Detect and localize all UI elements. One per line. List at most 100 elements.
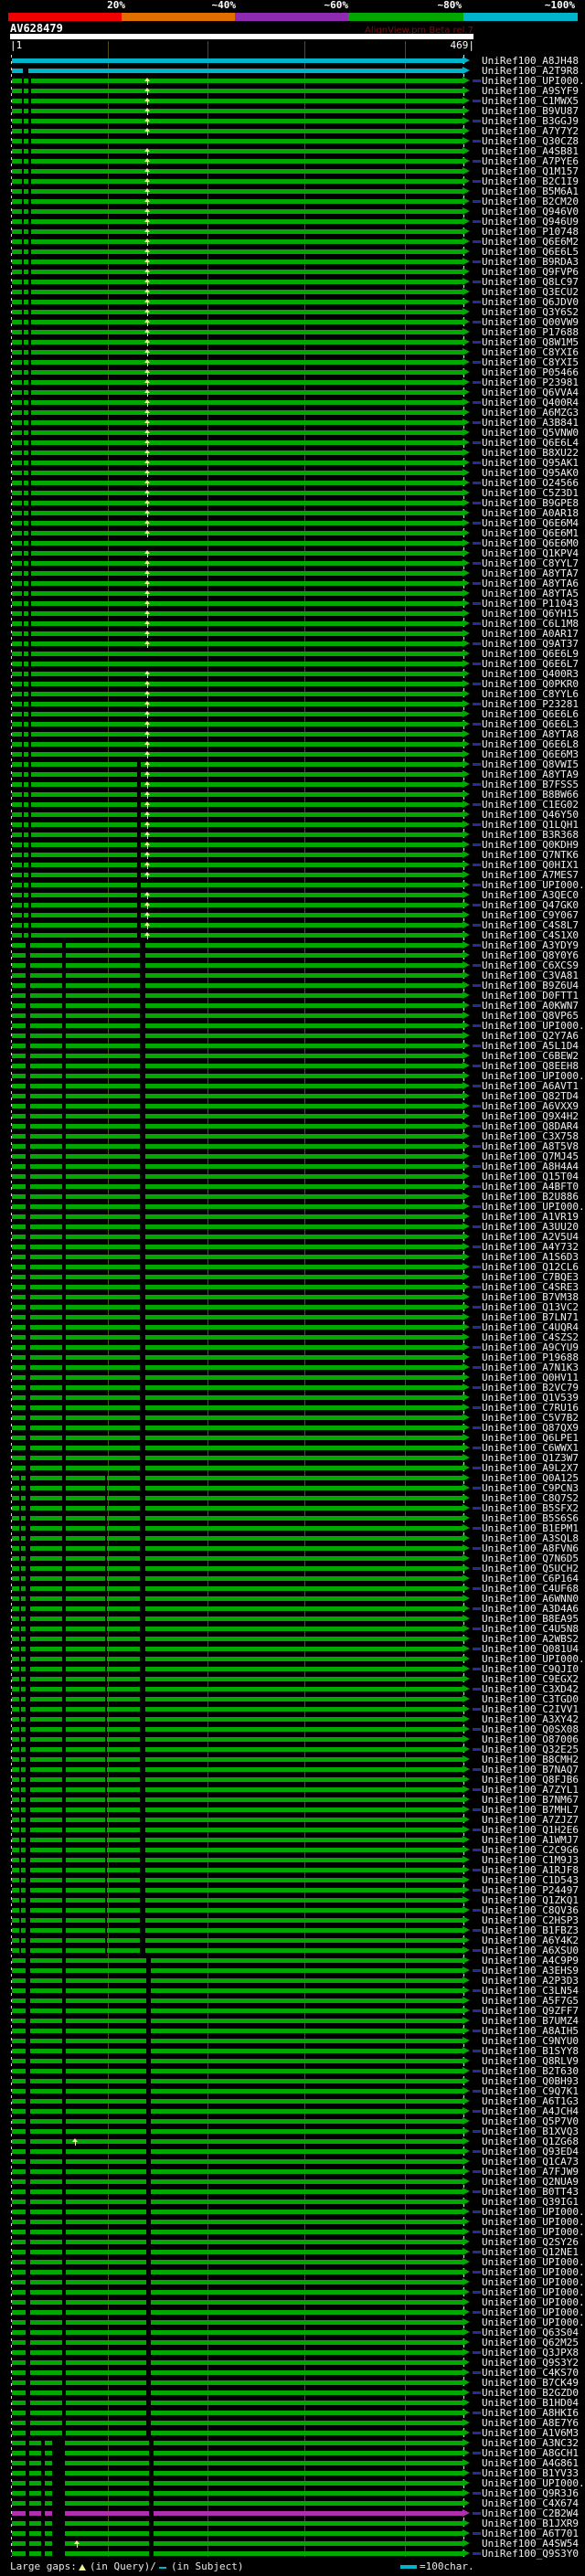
alignment-bar-segment xyxy=(12,2250,26,2254)
alignment-bar-segment xyxy=(145,1576,463,1581)
alignment-bar-segment xyxy=(30,2129,62,2134)
subject-arrow-icon xyxy=(463,2519,470,2527)
alignment-bar-segment xyxy=(141,863,463,867)
query-gap-triangle-stem xyxy=(147,905,148,909)
subject-arrow-icon xyxy=(463,177,470,185)
alignment-bar-segment xyxy=(12,1757,19,1762)
subject-arrow-icon xyxy=(463,378,470,386)
subject-arrow-icon xyxy=(463,911,470,918)
subject-arrow-icon xyxy=(463,2379,470,2386)
alignment-bar-segment xyxy=(145,1918,463,1923)
query-gap-triangle-stem xyxy=(147,90,148,95)
alignment-bar-segment xyxy=(12,2069,26,2073)
query-gap-triangle-stem xyxy=(147,292,148,296)
query-gap-triangle-stem xyxy=(147,432,148,437)
subject-arrow-icon xyxy=(463,831,470,838)
alignment-bar-segment xyxy=(24,109,28,113)
alignment-bar-segment xyxy=(30,1345,62,1350)
subject-gap-dash xyxy=(473,2170,481,2173)
alignment-bar-segment xyxy=(145,973,463,978)
alignment-bar-segment xyxy=(145,1064,463,1068)
alignment-bar-segment xyxy=(12,1958,26,1963)
alignment-bar-segment xyxy=(12,1023,26,1028)
alignment-bar-segment xyxy=(66,1094,140,1098)
alignment-bar-segment xyxy=(30,1918,62,1923)
query-gap-triangle-stem xyxy=(147,925,148,929)
alignment-bar-segment xyxy=(31,189,463,194)
subject-arrow-icon xyxy=(463,690,470,697)
alignment-bar-segment xyxy=(24,762,28,767)
subject-arrow-icon xyxy=(463,931,470,938)
alignment-bar-segment xyxy=(151,1998,463,2003)
query-gap-triangle-stem xyxy=(147,131,148,135)
alignment-bar-segment xyxy=(30,1466,62,1470)
alignment-bar-segment xyxy=(31,521,463,525)
subject-gap-dash xyxy=(473,2070,481,2072)
query-gap-triangle-stem xyxy=(147,513,148,517)
alignment-bar-segment xyxy=(66,1647,105,1651)
alignment-bar-segment xyxy=(30,1405,62,1410)
alignment-bar-segment xyxy=(66,2089,146,2094)
subject-gap-dash xyxy=(473,240,481,243)
subject-arrow-icon xyxy=(463,2429,470,2436)
alignment-bar-segment xyxy=(30,1355,62,1360)
subject-arrow-icon xyxy=(463,1102,470,1109)
alignment-bar-segment xyxy=(31,631,463,636)
alignment-bar-segment xyxy=(30,1576,62,1581)
alignment-bar-segment xyxy=(12,2280,26,2284)
subject-arrow-icon xyxy=(463,1645,470,1652)
alignment-bar-segment xyxy=(12,139,22,143)
alignment-bar-segment xyxy=(21,1637,26,1641)
alignment-bar-segment xyxy=(30,2009,62,2013)
alignment-bar-segment xyxy=(30,1365,62,1370)
alignment-bar-segment xyxy=(31,420,463,425)
subject-arrow-icon xyxy=(463,2539,470,2547)
subject-gap-dash xyxy=(473,1286,481,1288)
alignment-bar-segment xyxy=(12,641,22,646)
alignment-bar-segment xyxy=(66,2280,146,2284)
alignment-bar-segment xyxy=(141,893,463,897)
alignment-bar-segment xyxy=(151,2069,463,2073)
alignment-bar-segment xyxy=(21,1617,26,1621)
subject-arrow-icon xyxy=(463,2208,470,2215)
alignment-bar-segment xyxy=(31,169,463,174)
alignment-bar-segment xyxy=(145,1023,463,1028)
alignment-bar-segment xyxy=(145,1044,463,1048)
alignment-bar-segment xyxy=(66,1174,140,1179)
query-gap-triangle-stem xyxy=(147,392,148,397)
alignment-bar-segment xyxy=(12,1124,26,1129)
alignment-bar-segment xyxy=(107,1828,140,1832)
query-gap-triangle-stem xyxy=(147,774,148,779)
subject-gap-dash xyxy=(473,683,481,685)
subject-gap-dash xyxy=(473,1024,481,1027)
alignment-bar-segment xyxy=(12,792,22,797)
subject-arrow-icon xyxy=(463,2479,470,2486)
alignment-bar-segment xyxy=(30,1747,62,1752)
alignment-bar-segment xyxy=(12,1818,19,1822)
subject-arrow-icon xyxy=(463,660,470,667)
alignment-bar-segment xyxy=(145,1375,463,1380)
alignment-bar-segment xyxy=(65,2491,149,2496)
alignment-bar-segment xyxy=(12,1938,19,1943)
subject-arrow-icon xyxy=(463,1504,470,1511)
alignment-bar-segment xyxy=(30,1938,62,1943)
subject-arrow-icon xyxy=(463,1172,470,1180)
alignment-bar-segment xyxy=(151,2300,463,2305)
alignment-bar-segment xyxy=(12,1677,19,1681)
alignment-bar-segment xyxy=(151,2109,463,2114)
alignment-bar-segment xyxy=(154,2461,463,2465)
subject-arrow-icon xyxy=(463,1966,470,1974)
alignment-bar-segment xyxy=(31,209,463,214)
alignment-bar-segment xyxy=(151,2330,463,2335)
alignment-bar-segment xyxy=(107,1697,140,1701)
alignment-bar-segment xyxy=(107,1556,140,1561)
alignment-bar-segment xyxy=(12,551,22,556)
subject-arrow-icon xyxy=(463,1977,470,1984)
alignment-bar-segment xyxy=(151,2310,463,2315)
alignment-bar-segment xyxy=(154,2491,463,2496)
subject-arrow-icon xyxy=(463,328,470,335)
alignment-bar-segment xyxy=(66,1667,105,1671)
alignment-bar-segment xyxy=(31,119,463,123)
query-gap-triangle-stem xyxy=(147,442,148,447)
subject-arrow-icon xyxy=(463,630,470,637)
